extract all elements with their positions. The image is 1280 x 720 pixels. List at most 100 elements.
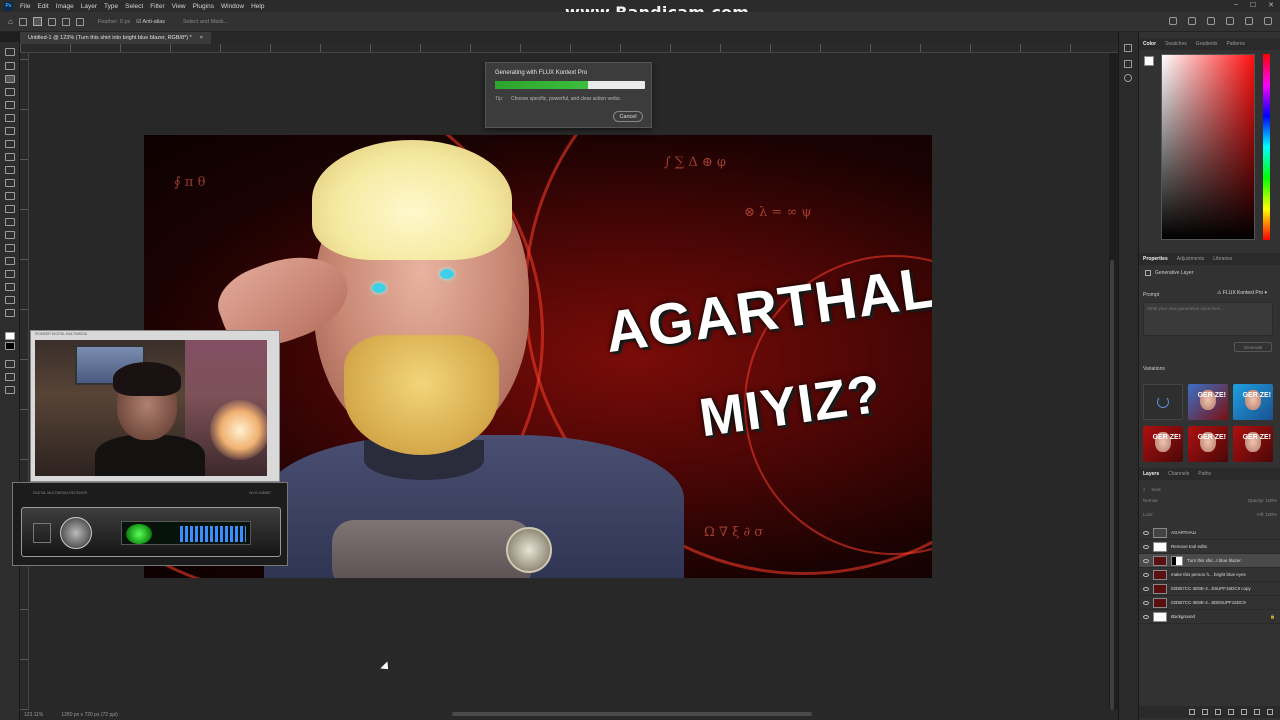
variation-thumbnail[interactable]: GER ZE! xyxy=(1143,426,1183,462)
layer-row[interactable]: make this person h... bright blue eyes xyxy=(1139,568,1280,582)
type-tool-icon[interactable] xyxy=(5,257,15,265)
healing-brush-tool-icon[interactable] xyxy=(5,140,15,148)
edit-toolbar-icon[interactable] xyxy=(5,386,15,394)
variation-thumbnail[interactable] xyxy=(1143,384,1183,420)
tab-channels[interactable]: Channels xyxy=(1168,471,1189,477)
background-color-swatch[interactable] xyxy=(5,342,15,350)
layer-row[interactable]: AGARTHALI xyxy=(1139,526,1280,540)
variation-thumbnail[interactable]: GER ZE! xyxy=(1233,384,1273,420)
quick-mask-icon[interactable] xyxy=(5,360,15,368)
layer-row[interactable]: 02DB7CC-3E8E-4...E5UPF16DC9 copy xyxy=(1139,582,1280,596)
zoom-tool-icon[interactable] xyxy=(5,309,15,317)
crop-tool-icon[interactable] xyxy=(5,101,15,109)
select-and-mask-button[interactable]: Select and Mask... xyxy=(183,19,228,25)
feather-field[interactable]: Feather: 0 px xyxy=(98,19,130,25)
visibility-eye-icon[interactable] xyxy=(1143,558,1149,563)
tab-color[interactable]: Color xyxy=(1143,41,1156,47)
lasso-tool-preset-icon[interactable] xyxy=(18,17,27,26)
adjustment-layer-icon[interactable] xyxy=(1228,709,1234,715)
blend-mode-select[interactable]: Normal xyxy=(1143,498,1158,508)
help-icon[interactable] xyxy=(1207,17,1215,25)
new-group-icon[interactable] xyxy=(1241,709,1247,715)
layer-row[interactable]: Remove tool edits xyxy=(1139,540,1280,554)
pen-tool-icon[interactable] xyxy=(5,244,15,252)
rectangle-tool-icon[interactable] xyxy=(5,283,15,291)
frame-tool-icon[interactable] xyxy=(5,114,15,122)
tab-libraries[interactable]: Libraries xyxy=(1213,256,1232,262)
new-layer-icon[interactable] xyxy=(1254,709,1260,715)
tab-adjustments[interactable]: Adjustments xyxy=(1177,256,1205,262)
visibility-eye-icon[interactable] xyxy=(1143,586,1149,591)
generate-button[interactable]: Generate xyxy=(1234,342,1272,352)
dodge-tool-icon[interactable] xyxy=(5,231,15,239)
workspace-icon[interactable] xyxy=(1245,17,1253,25)
gradient-tool-icon[interactable] xyxy=(5,205,15,213)
visibility-eye-icon[interactable] xyxy=(1143,544,1149,549)
maximize-icon[interactable]: ☐ xyxy=(1250,1,1256,9)
clone-stamp-tool-icon[interactable] xyxy=(5,166,15,174)
history-brush-tool-icon[interactable] xyxy=(5,179,15,187)
close-tab-icon[interactable]: × xyxy=(200,35,203,41)
layer-filter[interactable]: ⌕ Kind xyxy=(1143,484,1277,494)
menu-view[interactable]: View xyxy=(172,3,186,10)
blur-tool-icon[interactable] xyxy=(5,218,15,226)
comments-panel-icon[interactable] xyxy=(1124,74,1132,82)
menu-layer[interactable]: Layer xyxy=(81,3,97,10)
foreground-swatch[interactable] xyxy=(1144,56,1154,66)
menu-select[interactable]: Select xyxy=(125,3,143,10)
menu-help[interactable]: Help xyxy=(251,3,264,10)
vertical-scrollbar[interactable] xyxy=(1110,260,1114,710)
menu-plugins[interactable]: Plugins xyxy=(193,3,214,10)
menu-window[interactable]: Window xyxy=(221,3,244,10)
menu-filter[interactable]: Filter xyxy=(150,3,164,10)
subtract-selection-icon[interactable] xyxy=(61,17,70,26)
tab-layers[interactable]: Layers xyxy=(1143,471,1159,477)
marquee-tool-icon[interactable] xyxy=(5,62,15,70)
prompt-input[interactable]: Write your new generative input here... xyxy=(1143,302,1273,336)
home-icon[interactable]: ⌂ xyxy=(8,17,13,26)
menu-type[interactable]: Type xyxy=(104,3,118,10)
opacity-value[interactable]: 100% xyxy=(1265,498,1277,503)
layer-row[interactable]: 02DB7CC-3E8E-4...6DE5UPF16DC9 xyxy=(1139,596,1280,610)
cancel-button[interactable]: Cancel xyxy=(613,111,643,122)
menu-image[interactable]: Image xyxy=(56,3,74,10)
variation-thumbnail[interactable]: GER ZE! xyxy=(1188,384,1228,420)
add-selection-icon[interactable] xyxy=(47,17,56,26)
history-panel-icon[interactable] xyxy=(1124,44,1132,52)
zoom-level[interactable]: 123.11% xyxy=(24,712,43,718)
tab-gradients[interactable]: Gradients xyxy=(1196,41,1218,47)
hue-slider[interactable] xyxy=(1263,54,1270,240)
fill-value[interactable]: 100% xyxy=(1265,512,1277,517)
horizontal-scrollbar[interactable] xyxy=(452,712,812,716)
layer-row[interactable]: Background 🔒 xyxy=(1139,610,1280,624)
variation-thumbnail[interactable]: GER ZE! xyxy=(1233,426,1273,462)
visibility-eye-icon[interactable] xyxy=(1143,614,1149,619)
search-icon[interactable] xyxy=(1226,17,1234,25)
eyedropper-tool-icon[interactable] xyxy=(5,127,15,135)
visibility-eye-icon[interactable] xyxy=(1143,530,1149,535)
brush-tool-icon[interactable] xyxy=(5,153,15,161)
object-selection-tool-icon[interactable] xyxy=(5,88,15,96)
intersect-selection-icon[interactable] xyxy=(75,17,84,26)
document-tab[interactable]: Untitled-1 @ 123% (Turn this shirt into … xyxy=(20,32,211,44)
notification-icon[interactable] xyxy=(1188,17,1196,25)
color-field[interactable] xyxy=(1161,54,1255,240)
layer-row[interactable]: Turn this shir...t blue blazer xyxy=(1139,554,1280,568)
foreground-color-swatch[interactable] xyxy=(5,332,15,340)
tab-patterns[interactable]: Patterns xyxy=(1226,41,1245,47)
screen-mode-icon[interactable] xyxy=(5,373,15,381)
path-selection-tool-icon[interactable] xyxy=(5,270,15,278)
visibility-eye-icon[interactable] xyxy=(1143,572,1149,577)
tab-paths[interactable]: Paths xyxy=(1198,471,1211,477)
hand-tool-icon[interactable] xyxy=(5,296,15,304)
link-layers-icon[interactable] xyxy=(1189,709,1195,715)
settings-icon[interactable] xyxy=(1264,17,1272,25)
menu-edit[interactable]: Edit xyxy=(37,3,48,10)
layer-style-icon[interactable] xyxy=(1202,709,1208,715)
move-tool-icon[interactable] xyxy=(5,48,15,56)
variation-thumbnail[interactable]: GER ZE! xyxy=(1188,426,1228,462)
tab-swatches[interactable]: Swatches xyxy=(1165,41,1187,47)
lasso-tool-icon[interactable] xyxy=(5,75,15,83)
new-selection-icon[interactable] xyxy=(32,17,42,26)
close-icon[interactable]: ✕ xyxy=(1268,1,1274,9)
